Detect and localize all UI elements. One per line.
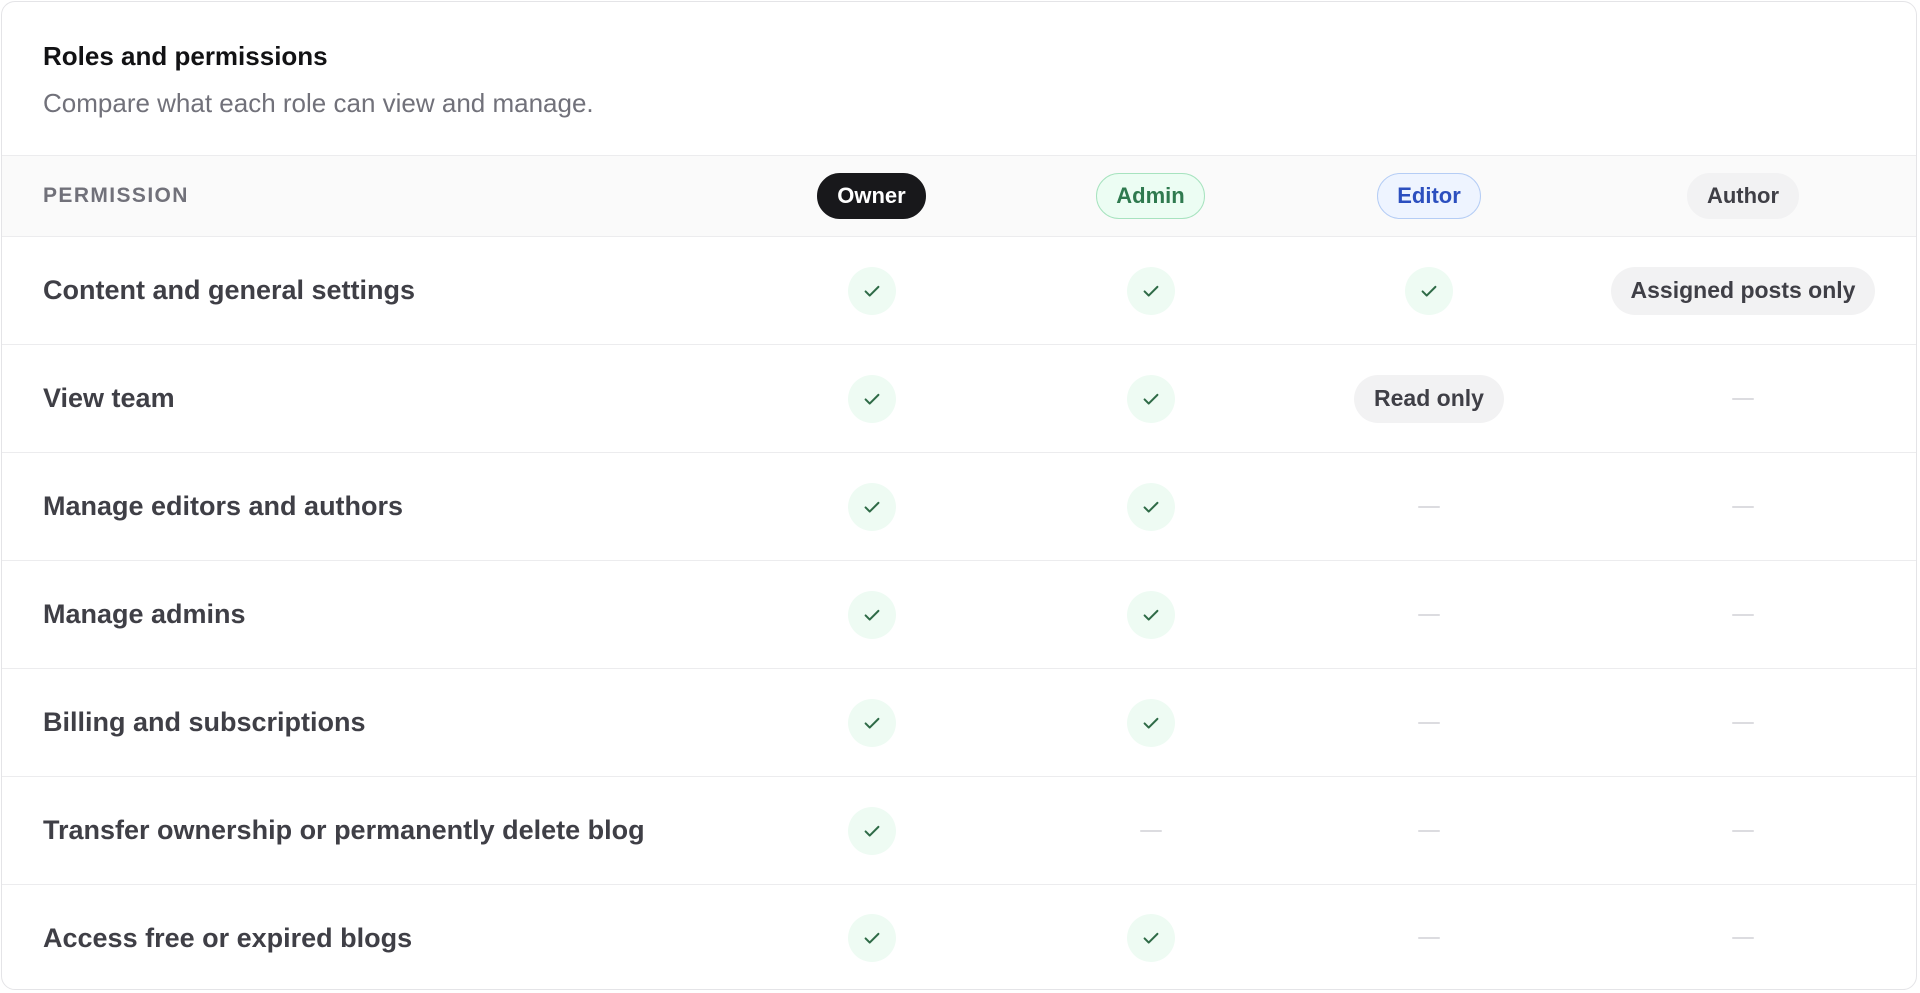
check-icon bbox=[1126, 482, 1175, 531]
admin-role-badge: Admin bbox=[1096, 173, 1205, 219]
dash-icon bbox=[1418, 937, 1440, 939]
check-icon bbox=[847, 698, 896, 747]
dash-icon bbox=[1732, 613, 1754, 616]
owner-permission-cell bbox=[732, 374, 1011, 423]
owner-permission-cell bbox=[732, 698, 1011, 747]
check-icon bbox=[1126, 374, 1175, 423]
author-permission-cell bbox=[1568, 613, 1916, 616]
table-row: Manage editors and authors bbox=[2, 453, 1916, 561]
check-icon bbox=[847, 590, 896, 639]
permission-cell: Manage editors and authors bbox=[2, 491, 732, 522]
admin-permission-cell bbox=[1011, 374, 1290, 423]
author-column-header: Author bbox=[1568, 173, 1916, 219]
admin-permission-cell bbox=[1011, 590, 1290, 639]
table-header-row: PERMISSION Owner Admin Editor Author bbox=[2, 156, 1916, 237]
author-permission-cell bbox=[1568, 505, 1916, 508]
permission-label: Content and general settings bbox=[43, 275, 416, 305]
permission-column-label: PERMISSION bbox=[43, 184, 189, 207]
editor-permission-cell bbox=[1290, 266, 1568, 315]
table-row: View team Read only bbox=[2, 345, 1916, 453]
card-header: Roles and permissions Compare what each … bbox=[2, 2, 1916, 156]
scope-badge: Read only bbox=[1354, 374, 1504, 423]
check-icon bbox=[1126, 698, 1175, 747]
dash-icon bbox=[1732, 721, 1754, 724]
owner-permission-cell bbox=[732, 482, 1011, 531]
permission-column-header: PERMISSION bbox=[2, 184, 732, 208]
check-icon bbox=[847, 482, 896, 531]
author-permission-cell bbox=[1568, 937, 1916, 939]
permission-label: Transfer ownership or permanently delete… bbox=[43, 815, 645, 845]
dash-icon bbox=[1418, 829, 1440, 832]
permission-cell: View team bbox=[2, 383, 732, 414]
owner-permission-cell bbox=[732, 266, 1011, 315]
dash-icon bbox=[1418, 721, 1440, 724]
dash-icon bbox=[1732, 397, 1754, 400]
editor-column-header: Editor bbox=[1290, 173, 1568, 219]
scope-badge: Assigned posts only bbox=[1610, 266, 1876, 315]
permission-cell: Content and general settings bbox=[2, 275, 732, 306]
permission-label: Billing and subscriptions bbox=[43, 707, 366, 737]
author-permission-cell bbox=[1568, 829, 1916, 832]
dash-icon bbox=[1139, 829, 1162, 832]
table-row: Access free or expired blogs bbox=[2, 885, 1916, 989]
check-icon bbox=[1126, 914, 1175, 962]
owner-permission-cell bbox=[732, 806, 1011, 855]
owner-role-badge: Owner bbox=[817, 173, 926, 219]
editor-permission-cell bbox=[1290, 721, 1568, 724]
admin-permission-cell bbox=[1011, 266, 1290, 315]
admin-permission-cell bbox=[1011, 698, 1290, 747]
editor-permission-cell bbox=[1290, 937, 1568, 939]
permission-label: Access free or expired blogs bbox=[43, 922, 413, 953]
page-subtitle: Compare what each role can view and mana… bbox=[43, 88, 594, 118]
dash-icon bbox=[1418, 613, 1440, 616]
check-icon bbox=[1405, 266, 1453, 315]
admin-permission-cell bbox=[1011, 482, 1290, 531]
admin-permission-cell bbox=[1011, 829, 1290, 832]
page-title: Roles and permissions bbox=[43, 41, 328, 71]
dash-icon bbox=[1732, 937, 1754, 939]
permission-label: Manage editors and authors bbox=[43, 491, 404, 521]
check-icon bbox=[847, 914, 896, 962]
editor-permission-cell bbox=[1290, 829, 1568, 832]
editor-permission-cell bbox=[1290, 505, 1568, 508]
table-row: Content and general settings Assigned pos… bbox=[2, 237, 1916, 345]
editor-permission-cell: Read only bbox=[1290, 374, 1568, 423]
owner-permission-cell bbox=[732, 590, 1011, 639]
permission-cell: Manage admins bbox=[2, 599, 732, 630]
check-icon bbox=[1126, 590, 1175, 639]
permission-cell: Billing and subscriptions bbox=[2, 707, 732, 738]
permissions-table-body: Content and general settings Assigned pos… bbox=[2, 237, 1916, 989]
table-row: Transfer ownership or permanently delete… bbox=[2, 777, 1916, 885]
admin-permission-cell bbox=[1011, 914, 1290, 962]
editor-role-badge: Editor bbox=[1377, 173, 1481, 219]
author-role-badge: Author bbox=[1686, 173, 1800, 219]
author-permission-cell: Assigned posts only bbox=[1568, 266, 1916, 315]
table-row: Manage admins bbox=[2, 561, 1916, 669]
editor-permission-cell bbox=[1290, 613, 1568, 616]
check-icon bbox=[847, 266, 896, 315]
table-row: Billing and subscriptions bbox=[2, 669, 1916, 777]
roles-permissions-card: Roles and permissions Compare what each … bbox=[1, 1, 1917, 990]
check-icon bbox=[1126, 266, 1175, 315]
permission-label: Manage admins bbox=[43, 599, 246, 629]
check-icon bbox=[847, 374, 896, 423]
admin-column-header: Admin bbox=[1011, 173, 1290, 219]
permission-cell: Access free or expired blogs bbox=[2, 923, 732, 954]
dash-icon bbox=[1732, 505, 1754, 508]
check-icon bbox=[847, 806, 896, 855]
owner-column-header: Owner bbox=[732, 173, 1011, 219]
dash-icon bbox=[1418, 505, 1440, 508]
permission-cell: Transfer ownership or permanently delete… bbox=[2, 815, 732, 846]
permission-label: View team bbox=[43, 383, 175, 413]
owner-permission-cell bbox=[732, 914, 1011, 962]
dash-icon bbox=[1732, 829, 1754, 832]
author-permission-cell bbox=[1568, 721, 1916, 724]
author-permission-cell bbox=[1568, 397, 1916, 400]
